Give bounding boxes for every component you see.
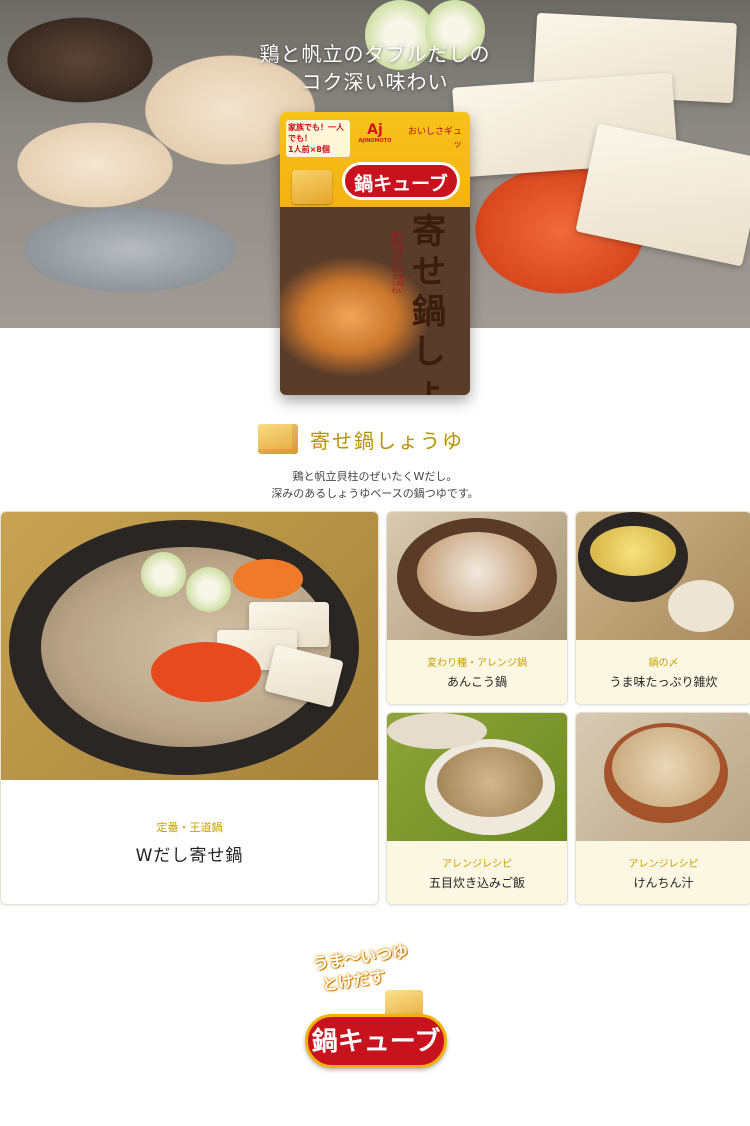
hero-copy-line: 鶏と帆立のダブルだしの — [259, 42, 491, 66]
recipe-caption: 定番・王道鍋 Wだし寄せ鍋 — [1, 780, 378, 904]
ajinomoto-logo: Aj AJINOMOTO — [358, 122, 392, 144]
nabe-cube-logo: うま〜いつゆ とけだす 鍋キューブ — [300, 940, 450, 1080]
recipe-caption: 鍋の〆 うま味たっぷり雑炊 — [576, 640, 750, 704]
package-cube-label: 鍋キューブ — [342, 162, 460, 200]
section-description: 鶏と帆立貝柱のぜいたくWだし。 深みのあるしょうゆベースの鍋つゆです。 — [271, 470, 479, 500]
package-stub: おいしさギュッ — [407, 127, 462, 150]
bowl-image — [387, 713, 487, 749]
cube-image — [292, 170, 332, 204]
recipe-image — [576, 713, 750, 841]
zosui-image — [590, 526, 676, 576]
package-title: 寄せ鍋しょうゆ — [412, 212, 446, 395]
rice-image — [437, 747, 543, 817]
shrimp-image — [151, 642, 261, 702]
hero-copy-line: コク深い味わい — [301, 70, 449, 94]
recipe-category: 定番・王道鍋 — [156, 820, 223, 834]
bowl-image — [668, 580, 734, 632]
recipe-name: Wだし寄せ鍋 — [135, 845, 244, 866]
recipe-name: あんこう鍋 — [446, 675, 507, 689]
recipe-image — [1, 512, 378, 780]
section-header: 寄せ鍋しょうゆ — [258, 424, 518, 454]
carrot-image — [233, 559, 303, 599]
soup-image — [612, 727, 720, 807]
recipe-category: アレンジレシピ — [442, 858, 512, 870]
leek-image — [186, 567, 231, 612]
recipe-name: けんちん汁 — [633, 875, 694, 890]
recipe-name: うま味たっぷり雑炊 — [609, 675, 718, 689]
recipe-image — [576, 512, 750, 640]
recipe-image — [387, 512, 567, 640]
recipe-card[interactable]: アレンジレシピ けんちん汁 — [575, 712, 750, 905]
recipe-card[interactable]: 鍋の〆 うま味たっぷり雑炊 — [575, 511, 750, 705]
recipe-card-main[interactable]: 定番・王道鍋 Wだし寄せ鍋 — [0, 511, 379, 905]
recipe-category: アレンジレシピ — [628, 858, 699, 870]
leek-image — [141, 552, 186, 597]
tofu-image — [575, 123, 750, 267]
logo-catchcopy: うま〜いつゆ とけだす — [311, 941, 410, 995]
recipe-caption: アレンジレシピ 五目炊き込みご飯 — [387, 841, 567, 904]
package-tag: 家族でも！一人でも！ 1人前×8個 — [286, 120, 350, 157]
recipe-image — [387, 713, 567, 841]
recipe-name: 五目炊き込みご飯 — [428, 875, 525, 890]
hero-catchcopy: 鶏と帆立のダブルだしの コク深い味わい — [0, 40, 750, 96]
recipe-category: 鍋の〆 — [648, 658, 679, 669]
recipe-category: 変わり種・アレンジ鍋 — [427, 658, 527, 669]
logo-mark: 鍋キューブ — [305, 1014, 447, 1068]
cube-icon — [258, 424, 298, 454]
recipe-card[interactable]: 変わり種・アレンジ鍋 あんこう鍋 — [386, 511, 568, 705]
package-vertical-text: 鶏と帆立のダブルだしのコク深い味わい — [392, 232, 405, 295]
recipe-caption: 変わり種・アレンジ鍋 あんこう鍋 — [387, 640, 567, 704]
section-title: 寄せ鍋しょうゆ — [310, 428, 464, 453]
recipe-caption: アレンジレシピ けんちん汁 — [576, 841, 750, 904]
recipe-card[interactable]: アレンジレシピ 五目炊き込みご飯 — [386, 712, 568, 905]
product-package: 家族でも！一人でも！ 1人前×8個 Aj AJINOMOTO おいしさギュッ 鍋… — [280, 112, 470, 395]
nabe-contents — [417, 532, 537, 612]
